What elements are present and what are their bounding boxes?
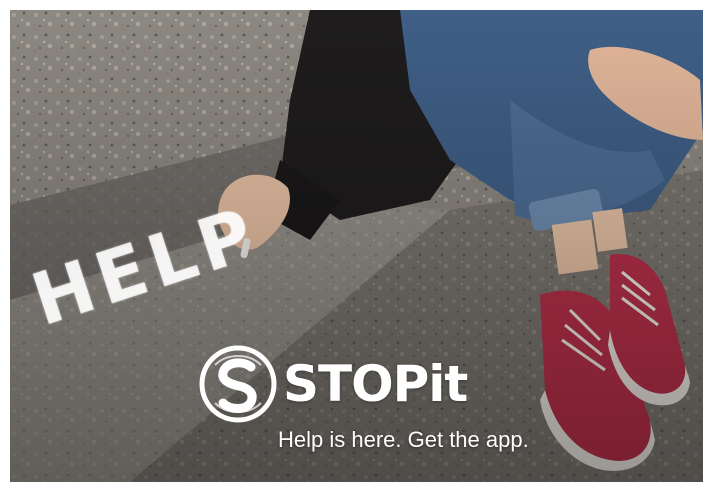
brand-lockup: STOPit [197, 343, 537, 435]
brand-name: STOPit [283, 355, 468, 413]
stopit-logo-icon [199, 345, 277, 423]
tagline: Help is here. Get the app. [278, 427, 529, 452]
ad-frame: HELP STOPit Help is here. Get the app. [0, 0, 713, 492]
